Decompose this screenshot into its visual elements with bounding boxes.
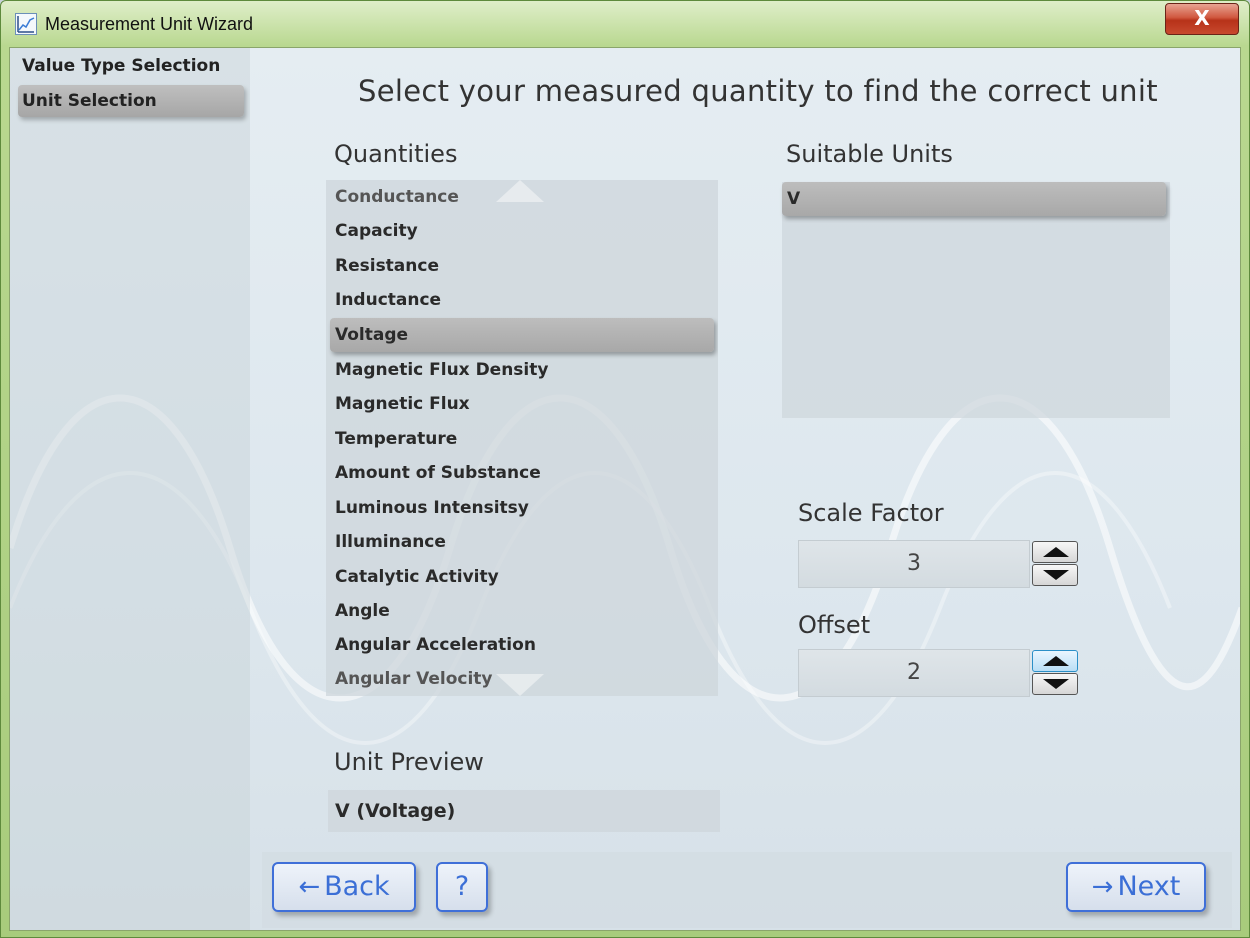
wizard-window: Measurement Unit Wizard X Value Type Sel… [0, 0, 1250, 938]
offset-input[interactable]: 2 [798, 649, 1030, 697]
scale-factor-input[interactable]: 3 [798, 540, 1030, 588]
list-item[interactable]: Capacity [330, 214, 714, 248]
list-item[interactable]: Magnetic Flux Density [330, 353, 714, 387]
scale-factor-label: Scale Factor [798, 499, 944, 527]
step-value-type-selection[interactable]: Value Type Selection [18, 50, 244, 82]
suitable-units-list[interactable]: V [782, 182, 1170, 418]
quantities-label: Quantities [334, 140, 458, 168]
list-item[interactable]: Angle [330, 594, 714, 628]
scroll-down-icon[interactable] [496, 674, 544, 696]
title-bar: Measurement Unit Wizard X [1, 1, 1249, 47]
list-item[interactable]: Amount of Substance [330, 456, 714, 490]
step-unit-selection[interactable]: Unit Selection [18, 85, 244, 117]
list-item[interactable]: Inductance [330, 283, 714, 317]
triangle-up-icon [1043, 656, 1069, 666]
offset-up-button[interactable] [1032, 650, 1078, 672]
offset-down-button[interactable] [1032, 673, 1078, 695]
list-item[interactable]: Illuminance [330, 525, 714, 559]
quantities-list[interactable]: Conductance Capacity Resistance Inductan… [326, 180, 718, 696]
arrow-left-icon: ← [298, 872, 321, 902]
triangle-up-icon [1043, 547, 1069, 557]
unit-preview-label: Unit Preview [334, 748, 484, 776]
close-button[interactable]: X [1165, 3, 1239, 35]
offset-label: Offset [798, 611, 871, 639]
close-icon: X [1194, 6, 1210, 30]
window-title: Measurement Unit Wizard [45, 14, 254, 34]
list-item[interactable]: Conductance [330, 180, 714, 214]
back-button[interactable]: ← Back [272, 862, 416, 912]
suitable-units-label: Suitable Units [786, 140, 953, 168]
client-area: Value Type Selection Unit Selection Sele… [9, 47, 1241, 931]
unit-preview-value: V (Voltage) [328, 790, 720, 832]
question-icon: ? [454, 871, 470, 902]
help-button[interactable]: ? [436, 862, 488, 912]
triangle-down-icon [1043, 570, 1069, 580]
arrow-right-icon: → [1091, 872, 1114, 902]
chart-icon [15, 13, 37, 35]
next-button[interactable]: → Next [1066, 862, 1206, 912]
list-item[interactable]: Resistance [330, 249, 714, 283]
list-item-selected[interactable]: Voltage [330, 318, 714, 352]
triangle-down-icon [1043, 679, 1069, 689]
list-item[interactable]: Magnetic Flux [330, 387, 714, 421]
page-heading: Select your measured quantity to find th… [358, 74, 1158, 108]
list-item[interactable]: Luminous Intensitsy [330, 491, 714, 525]
scale-factor-down-button[interactable] [1032, 564, 1078, 586]
list-item[interactable]: Angular Acceleration [330, 628, 714, 662]
list-item-selected[interactable]: V [782, 182, 1166, 216]
wizard-steps-sidebar: Value Type Selection Unit Selection [10, 48, 250, 930]
list-item[interactable]: Temperature [330, 422, 714, 456]
list-item[interactable]: Catalytic Activity [330, 560, 714, 594]
scale-factor-up-button[interactable] [1032, 541, 1078, 563]
